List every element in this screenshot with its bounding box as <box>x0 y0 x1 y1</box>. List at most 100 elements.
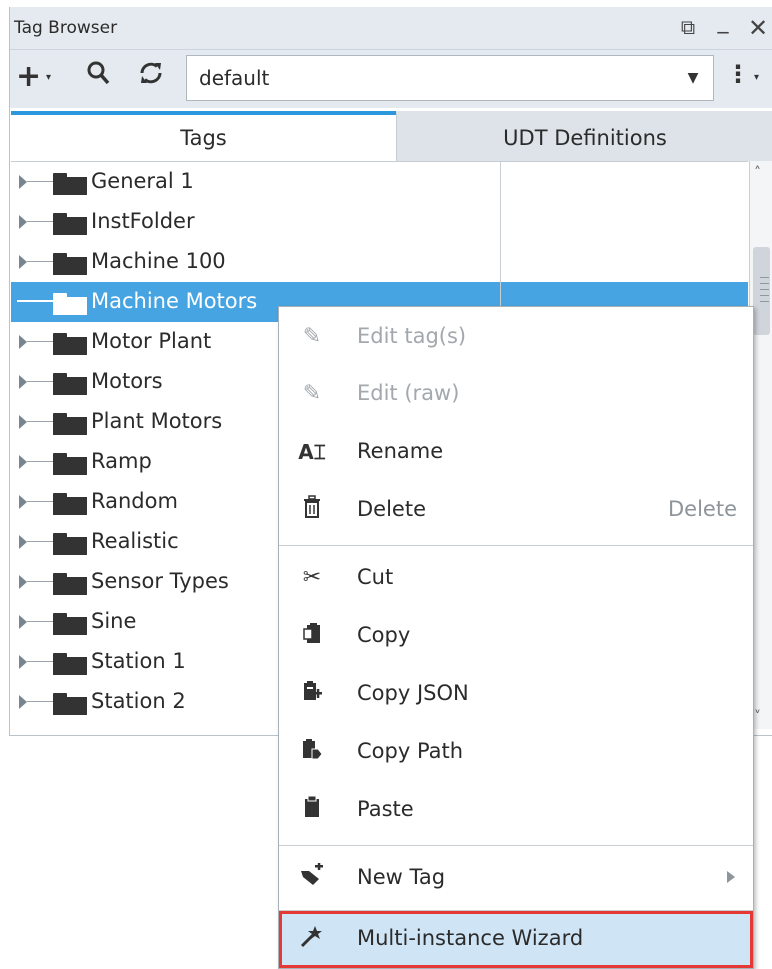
chevron-down-icon[interactable]: ▾ <box>46 72 51 83</box>
title-bar: Tag Browser ⧉ _ ✕ <box>10 7 772 50</box>
expand-arrow-icon[interactable] <box>19 175 27 189</box>
folder-icon <box>53 173 87 195</box>
refresh-icon[interactable] <box>138 60 164 90</box>
menu-item-paste[interactable]: Paste <box>279 782 753 838</box>
expand-arrow-icon[interactable] <box>19 455 27 469</box>
tab-udt-definitions[interactable]: UDT Definitions <box>396 111 772 161</box>
menu-item-label: Rename <box>357 439 444 463</box>
menu-item-new-tag[interactable]: New Tag <box>279 850 753 906</box>
expand-arrow-icon[interactable] <box>19 495 27 509</box>
folder-icon <box>53 533 87 555</box>
menu-item-label: Copy JSON <box>357 681 469 705</box>
menu-item-label: Delete <box>357 497 426 521</box>
pencil-icon: ✎ <box>302 381 322 406</box>
search-icon[interactable] <box>86 60 110 90</box>
copy-json-icon <box>297 679 327 709</box>
tree-item-label: InstFolder <box>91 209 195 233</box>
tree-item-label: Plant Motors <box>91 409 223 433</box>
menu-item-multi-instance-wizard[interactable]: Multi-instance Wizard <box>279 911 753 968</box>
tree-item-label: Machine 100 <box>91 249 226 273</box>
menu-item-label: Paste <box>357 797 414 821</box>
restore-window-icon[interactable]: ⧉ <box>676 15 700 39</box>
pencil-icon: ✎ <box>302 324 322 349</box>
menu-item-edit-raw[interactable]: ✎ Edit (raw) <box>279 366 753 422</box>
new-tag-icon <box>297 863 327 893</box>
tree-item-label: Motor Plant <box>91 329 212 353</box>
plus-icon[interactable]: + <box>16 59 41 94</box>
menu-item-label: Edit (raw) <box>357 381 460 405</box>
expand-arrow-icon[interactable] <box>19 415 27 429</box>
expand-arrow-icon[interactable] <box>19 615 27 629</box>
tree-item-label: Realistic <box>91 529 179 553</box>
menu-item-label: Multi-instance Wizard <box>357 926 584 950</box>
folder-icon <box>53 293 87 315</box>
tree-item-label: Station 2 <box>91 689 186 713</box>
tree-item-label: Sensor Types <box>91 569 229 593</box>
folder-icon <box>53 373 87 395</box>
scrollbar-thumb[interactable] <box>753 247 770 335</box>
tree-item-machine-100[interactable]: Machine 100 <box>11 242 748 282</box>
menu-item-copy-path[interactable]: Copy Path <box>279 724 753 780</box>
vertical-ellipsis-icon[interactable]: ⋮ <box>726 60 750 88</box>
menu-item-label: Copy <box>357 623 411 647</box>
menu-item-label: Cut <box>357 565 394 589</box>
folder-icon <box>53 653 87 675</box>
expand-arrow-icon[interactable] <box>19 335 27 349</box>
more-chevron-icon[interactable]: ▾ <box>754 72 759 83</box>
tree-item-general-1[interactable]: General 1 <box>11 162 748 202</box>
expand-arrow-icon[interactable] <box>19 655 27 669</box>
tab-bar: Tags UDT Definitions <box>10 111 772 161</box>
dropdown-caret-icon[interactable]: ▼ <box>673 56 713 100</box>
magic-wand-icon <box>297 924 327 954</box>
tree-item-label: Random <box>91 489 178 513</box>
menu-item-label: Edit tag(s) <box>357 324 467 348</box>
menu-item-edit-tags[interactable]: ✎ Edit tag(s) <box>279 309 753 365</box>
expand-arrow-icon[interactable] <box>19 535 27 549</box>
folder-icon <box>53 413 87 435</box>
tree-item-label: Station 1 <box>91 649 186 673</box>
expand-arrow-icon[interactable] <box>19 695 27 709</box>
close-icon[interactable]: ✕ <box>746 14 770 42</box>
clipboard-icon <box>297 795 327 825</box>
folder-icon <box>53 573 87 595</box>
shortcut-label: Delete <box>668 497 737 521</box>
menu-item-label: New Tag <box>357 865 446 889</box>
menu-item-rename[interactable]: A⌶ Rename <box>279 424 753 480</box>
menu-item-copy[interactable]: Copy <box>279 608 753 664</box>
expand-arrow-icon[interactable] <box>19 215 27 229</box>
folder-icon <box>53 253 87 275</box>
folder-icon <box>53 213 87 235</box>
menu-item-label: Copy Path <box>357 739 464 763</box>
expand-arrow-icon[interactable] <box>19 575 27 589</box>
tree-item-label: Ramp <box>91 449 152 473</box>
scroll-up-icon[interactable]: ˄ <box>754 165 761 181</box>
menu-separator <box>279 545 753 546</box>
menu-item-delete[interactable]: Delete Delete <box>279 482 753 538</box>
copy-icon <box>297 621 327 651</box>
toolbar: + ▾ default ▼ ⋮ ▾ <box>10 50 772 108</box>
panel-title: Tag Browser <box>14 18 118 38</box>
menu-item-copy-json[interactable]: Copy JSON <box>279 666 753 722</box>
folder-icon <box>53 453 87 475</box>
tree-item-instfolder[interactable]: InstFolder <box>11 202 748 242</box>
tree-item-label: Sine <box>91 609 137 633</box>
folder-icon <box>53 613 87 635</box>
context-menu: ✎ Edit tag(s) ✎ Edit (raw) A⌶ Rename Del… <box>278 306 754 969</box>
tag-provider-dropdown[interactable]: default ▼ <box>186 55 714 101</box>
menu-item-cut[interactable]: ✂ Cut <box>279 550 753 606</box>
rename-icon: A⌶ <box>298 440 326 464</box>
tab-tags[interactable]: Tags <box>11 111 396 161</box>
copy-path-icon <box>297 737 327 767</box>
scroll-down-icon[interactable]: ˅ <box>754 709 761 725</box>
trash-icon <box>297 495 327 525</box>
submenu-arrow-icon <box>727 871 735 883</box>
expand-arrow-icon[interactable] <box>19 255 27 269</box>
tree-item-label: Motors <box>91 369 163 393</box>
scissors-icon: ✂ <box>302 565 322 590</box>
minimize-icon[interactable]: _ <box>711 9 735 34</box>
folder-icon <box>53 693 87 715</box>
tree-item-label: General 1 <box>91 169 194 193</box>
folder-icon <box>53 333 87 355</box>
expand-arrow-icon[interactable] <box>19 375 27 389</box>
folder-icon <box>53 493 87 515</box>
